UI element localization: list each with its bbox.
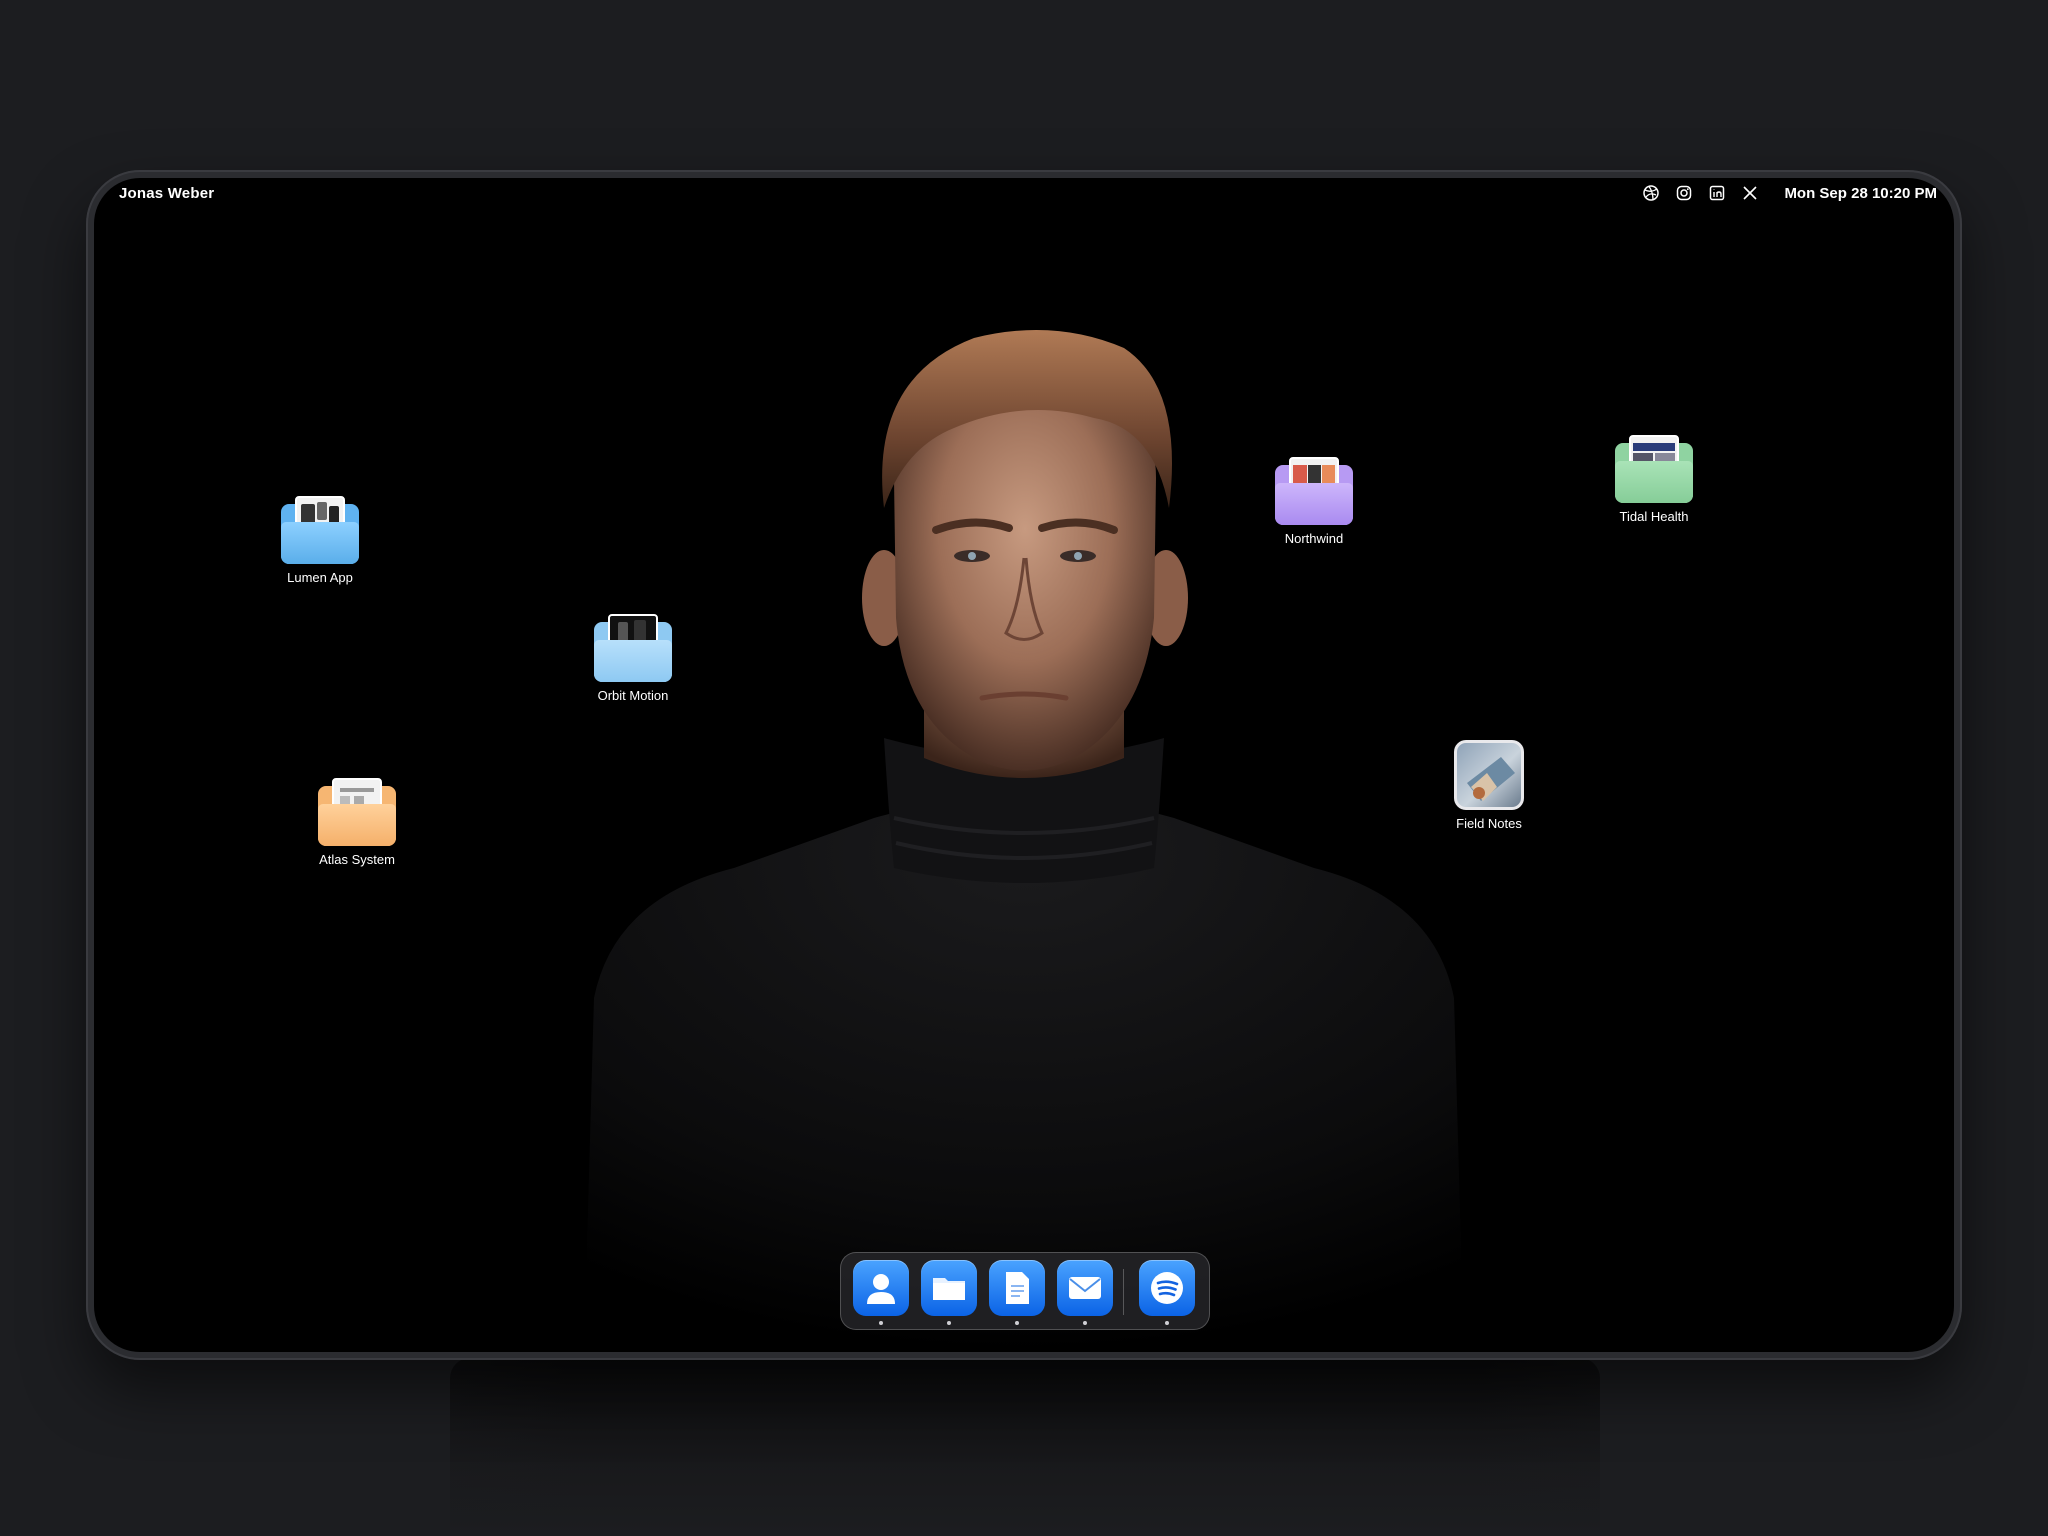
dock-contacts[interactable] — [853, 1260, 909, 1316]
desktop-icon-label: Tidal Health — [1619, 509, 1689, 524]
dock-running-dot — [1015, 1321, 1019, 1325]
folder-icon — [933, 1278, 965, 1300]
reflection-fade — [0, 1358, 2048, 1536]
contacts-icon — [867, 1274, 895, 1304]
desktop-folder-tidal-health[interactable]: Tidal Health — [1584, 435, 1724, 524]
linkedin-icon[interactable] — [1708, 184, 1726, 202]
folder-icon — [594, 614, 672, 682]
clock: Mon Sep 28 10:20 PM — [1784, 184, 1937, 202]
desktop-folder-orbit-motion[interactable]: Orbit Motion — [563, 614, 703, 703]
desktop-icon-label: Lumen App — [287, 570, 353, 585]
x-icon[interactable] — [1741, 184, 1759, 202]
dock-running-dot — [879, 1321, 883, 1325]
instagram-icon[interactable] — [1675, 184, 1693, 202]
folder-icon — [1275, 457, 1353, 525]
desktop-icon-label: Atlas System — [319, 852, 395, 867]
folder-icon — [281, 496, 359, 564]
folder-icon — [318, 778, 396, 846]
dock-documents[interactable] — [989, 1260, 1045, 1316]
dribbble-icon[interactable] — [1642, 184, 1660, 202]
photo-icon — [1454, 740, 1524, 810]
desktop-icon-label: Field Notes — [1456, 816, 1522, 831]
dock-running-dot — [1083, 1321, 1087, 1325]
dock-running-dot — [1165, 1321, 1169, 1325]
spotify-icon — [1151, 1272, 1183, 1304]
dock-files[interactable] — [921, 1260, 977, 1316]
desktop-photo-field-notes[interactable]: Field Notes — [1419, 740, 1559, 831]
menubar-right: Mon Sep 28 10:20 PM — [1642, 184, 1937, 202]
desktop-folder-northwind[interactable]: Northwind — [1244, 457, 1384, 546]
dock-running-dot — [947, 1321, 951, 1325]
desktop-icon-label: Orbit Motion — [597, 688, 669, 703]
owner-name[interactable]: Jonas Weber — [119, 185, 214, 202]
desktop-folder-lumen-app[interactable]: Lumen App — [250, 496, 390, 585]
portrait-wallpaper — [584, 330, 1464, 1352]
desktop-screen: Jonas Weber Mon Sep 28 10:20 PM Lumen Ap… — [94, 178, 1954, 1352]
dock — [840, 1252, 1210, 1330]
desktop-icon-label: Northwind — [1284, 531, 1344, 546]
menu-bar: Jonas Weber Mon Sep 28 10:20 PM — [94, 178, 1954, 210]
folder-icon — [1615, 435, 1693, 503]
desktop-folder-atlas-system[interactable]: Atlas System — [287, 778, 427, 867]
document-icon — [1006, 1272, 1029, 1304]
mail-icon — [1069, 1277, 1101, 1299]
dock-separator — [1123, 1269, 1124, 1315]
dock-mail[interactable] — [1057, 1260, 1113, 1316]
dock-spotify[interactable] — [1139, 1260, 1195, 1316]
stage: Jonas Weber Mon Sep 28 10:20 PM Lumen Ap… — [0, 0, 2048, 1536]
